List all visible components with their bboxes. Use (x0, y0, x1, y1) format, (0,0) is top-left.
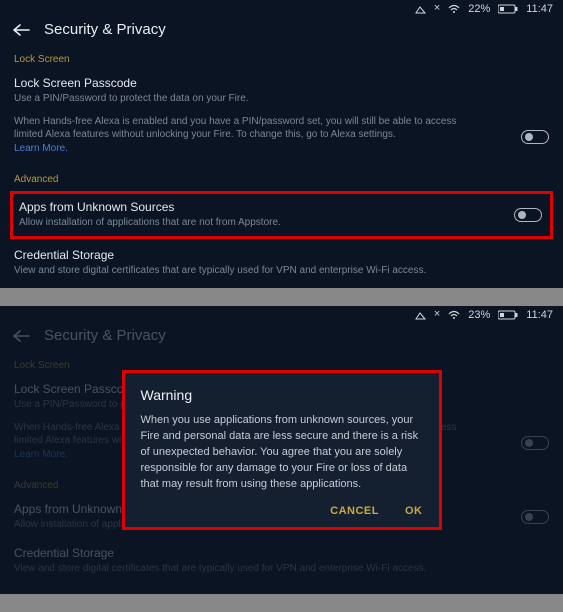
screenshot-1: × 22% 11:47 Security & Privacy Lock Scre… (0, 0, 563, 288)
alexa-note-row: When Hands-free Alexa is enabled and you… (0, 113, 563, 163)
lock-passcode-row[interactable]: Lock Screen Passcode Use a PIN/Password … (0, 69, 563, 113)
ok-button[interactable]: OK (405, 505, 423, 517)
unknown-sources-row[interactable]: Apps from Unknown Sources Allow installa… (10, 191, 553, 239)
section-advanced-label: Advanced (0, 168, 563, 189)
unknown-sources-title: Apps from Unknown Sources (19, 200, 544, 214)
header: Security & Privacy (0, 15, 563, 48)
clock: 11:47 (526, 3, 553, 15)
warning-dialog: Warning When you use applications from u… (122, 370, 442, 530)
page-title: Security & Privacy (44, 21, 166, 38)
no-signal-icon: × (434, 3, 440, 14)
screenshot-2: × 23% 11:47 Security & Privacy Lock Scre… (0, 306, 563, 594)
credential-title: Credential Storage (14, 248, 549, 262)
battery-icon (498, 4, 518, 14)
lock-passcode-sub: Use a PIN/Password to protect the data o… (14, 92, 484, 106)
credential-storage-row[interactable]: Credential Storage View and store digita… (0, 241, 563, 285)
status-bar: × 22% 11:47 (0, 0, 563, 15)
learn-more-link[interactable]: Learn More. (14, 143, 68, 154)
back-icon[interactable] (12, 23, 30, 37)
wifi-icon (448, 4, 460, 14)
dialog-overlay: Warning When you use applications from u… (0, 306, 563, 594)
unknown-sources-sub: Allow installation of applications that … (19, 216, 489, 230)
dialog-body: When you use applications from unknown s… (141, 413, 423, 493)
lock-passcode-title: Lock Screen Passcode (14, 76, 549, 90)
alexa-note: When Hands-free Alexa is enabled and you… (14, 116, 456, 141)
cancel-button[interactable]: CANCEL (330, 505, 379, 517)
battery-percent: 22% (468, 3, 490, 15)
alexa-toggle[interactable] (521, 130, 549, 144)
credential-sub: View and store digital certificates that… (14, 264, 484, 278)
dialog-title: Warning (141, 387, 423, 403)
section-lock-label: Lock Screen (0, 48, 563, 69)
unknown-sources-toggle[interactable] (514, 208, 542, 222)
signal-icon (415, 4, 426, 14)
